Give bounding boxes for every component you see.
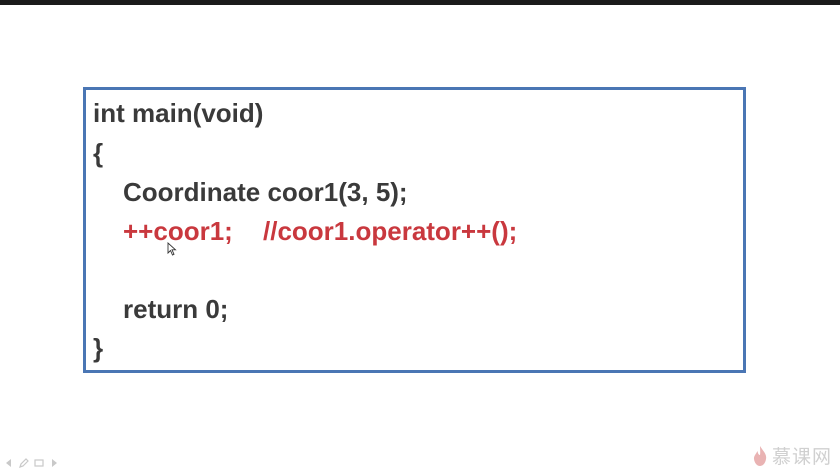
code-line-return: return 0; bbox=[123, 294, 229, 324]
pen-icon[interactable] bbox=[19, 458, 29, 468]
code-line-increment: ++coor1; bbox=[123, 216, 233, 246]
code-line-open-brace: { bbox=[93, 138, 104, 168]
code-line-constructor: Coordinate coor1(3, 5); bbox=[123, 177, 408, 207]
top-bar bbox=[0, 0, 840, 5]
flame-logo-icon bbox=[753, 445, 767, 466]
code-snippet-box: int main(void) { Coordinate coor1(3, 5);… bbox=[83, 87, 746, 373]
next-icon[interactable] bbox=[49, 458, 59, 468]
code-line-close-brace: } bbox=[93, 333, 104, 363]
mouse-cursor-icon bbox=[167, 242, 177, 256]
slide-player-controls bbox=[4, 458, 59, 470]
watermark: 慕课网 bbox=[752, 442, 832, 469]
prev-icon[interactable] bbox=[4, 458, 14, 468]
code-line-comment: //coor1.operator++(); bbox=[263, 216, 518, 246]
watermark-text: 慕课网 bbox=[771, 446, 832, 468]
menu-icon[interactable] bbox=[34, 458, 44, 468]
code-line-main-signature: int main(void) bbox=[93, 98, 264, 128]
